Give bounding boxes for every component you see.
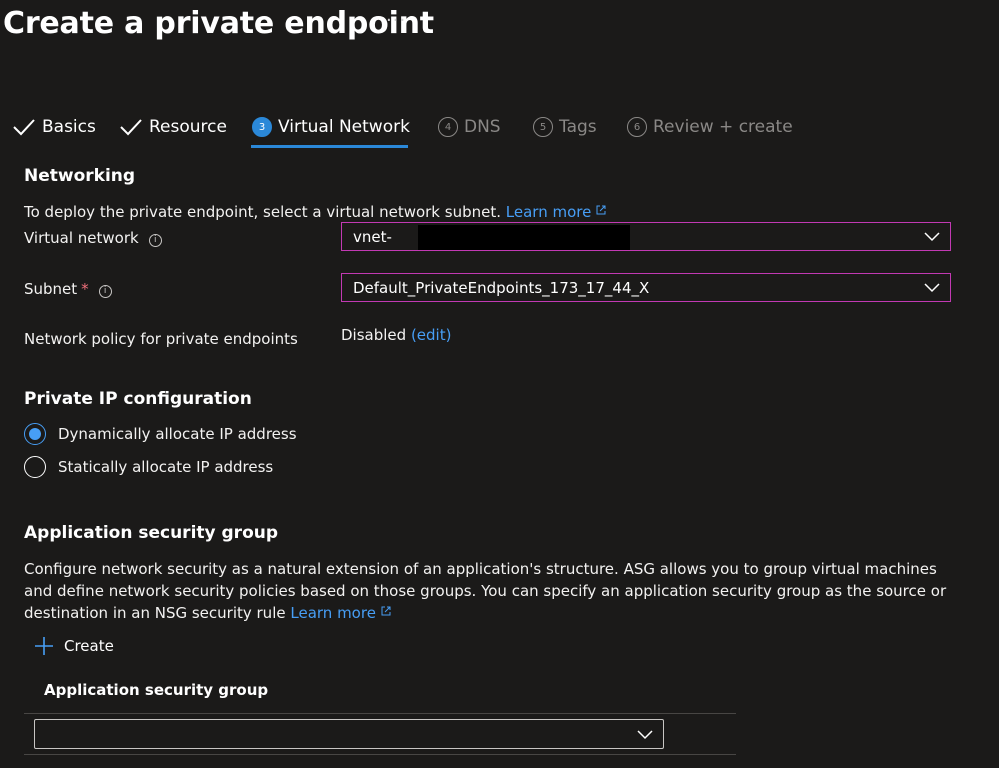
edit-policy-link[interactable]: (edit) bbox=[411, 326, 452, 344]
subnet-field-label: Subnet * i bbox=[24, 280, 112, 298]
tab-resource[interactable]: Resource bbox=[119, 112, 227, 142]
chevron-down-icon bbox=[924, 232, 940, 242]
tab-basics-label: Basics bbox=[42, 117, 96, 137]
virtual-network-value: vnet- bbox=[353, 227, 392, 246]
networking-description: To deploy the private endpoint, select a… bbox=[24, 203, 607, 221]
asg-dropdown[interactable] bbox=[34, 719, 664, 749]
table-divider bbox=[24, 713, 736, 714]
page-title: Create a private endpoint bbox=[3, 6, 434, 41]
asg-description: Configure network security as a natural … bbox=[24, 558, 954, 624]
tab-tags[interactable]: 5 Tags bbox=[533, 112, 597, 142]
create-asg-button[interactable]: Create bbox=[34, 636, 114, 656]
plus-icon bbox=[35, 637, 53, 655]
info-icon[interactable]: i bbox=[148, 233, 162, 247]
more-options-icon[interactable]: ··· bbox=[386, 10, 406, 31]
network-policy-status: Disabled bbox=[341, 326, 407, 344]
tab-resource-label: Resource bbox=[149, 117, 227, 137]
networking-description-text: To deploy the private endpoint, select a… bbox=[24, 203, 501, 221]
network-policy-value: Disabled (edit) bbox=[341, 326, 451, 344]
radio-dynamic-ip[interactable]: Dynamically allocate IP address bbox=[24, 423, 297, 445]
tab-review-create[interactable]: 6 Review + create bbox=[627, 112, 793, 142]
create-private-endpoint-page: Create a private endpoint ··· Basics Res… bbox=[0, 0, 999, 768]
vnet-field-label: Virtual network i bbox=[24, 229, 162, 247]
subnet-dropdown[interactable]: Default_PrivateEndpoints_173_17_44_X bbox=[341, 273, 951, 302]
step-number-icon: 4 bbox=[438, 117, 458, 137]
checkmark-icon bbox=[120, 119, 142, 136]
step-number-icon: 3 bbox=[252, 117, 272, 137]
chevron-down-icon bbox=[924, 283, 940, 293]
radio-static-ip[interactable]: Statically allocate IP address bbox=[24, 456, 273, 478]
radio-static-ip-label: Statically allocate IP address bbox=[58, 458, 274, 476]
required-marker: * bbox=[81, 280, 89, 298]
tab-review-create-label: Review + create bbox=[653, 117, 793, 137]
tab-dns[interactable]: 4 DNS bbox=[438, 112, 501, 142]
subnet-label: Subnet bbox=[24, 280, 78, 298]
vnet-label: Virtual network bbox=[24, 229, 139, 247]
asg-learn-more-link[interactable]: Learn more bbox=[290, 604, 392, 622]
tab-basics[interactable]: Basics bbox=[12, 112, 96, 142]
tab-dns-label: DNS bbox=[464, 117, 501, 137]
asg-learn-more-label: Learn more bbox=[290, 604, 376, 622]
create-asg-label: Create bbox=[64, 637, 114, 655]
external-link-icon bbox=[596, 205, 606, 215]
network-policy-label: Network policy for private endpoints bbox=[24, 330, 298, 348]
asg-column-header: Application security group bbox=[44, 681, 269, 699]
table-divider bbox=[24, 754, 736, 755]
redacted-block bbox=[418, 225, 630, 250]
ip-config-heading: Private IP configuration bbox=[24, 389, 252, 409]
step-number-icon: 6 bbox=[627, 117, 647, 137]
asg-description-text: Configure network security as a natural … bbox=[24, 560, 947, 622]
asg-heading: Application security group bbox=[24, 523, 279, 543]
step-number-icon: 5 bbox=[533, 117, 553, 137]
radio-button[interactable] bbox=[24, 456, 46, 478]
learn-more-label: Learn more bbox=[505, 203, 592, 221]
tab-virtual-network-label: Virtual Network bbox=[278, 117, 410, 137]
subnet-value: Default_PrivateEndpoints_173_17_44_X bbox=[353, 278, 650, 297]
radio-dynamic-ip-label: Dynamically allocate IP address bbox=[58, 425, 297, 443]
learn-more-link[interactable]: Learn more bbox=[506, 203, 608, 221]
radio-button[interactable] bbox=[24, 423, 46, 445]
checkmark-icon bbox=[13, 119, 35, 136]
tab-virtual-network[interactable]: 3 Virtual Network bbox=[252, 112, 410, 142]
active-tab-indicator bbox=[251, 145, 408, 148]
external-link-icon bbox=[381, 606, 391, 616]
chevron-down-icon bbox=[637, 730, 653, 740]
networking-heading: Networking bbox=[24, 166, 136, 186]
info-icon[interactable]: i bbox=[98, 284, 112, 298]
tab-tags-label: Tags bbox=[559, 117, 597, 137]
